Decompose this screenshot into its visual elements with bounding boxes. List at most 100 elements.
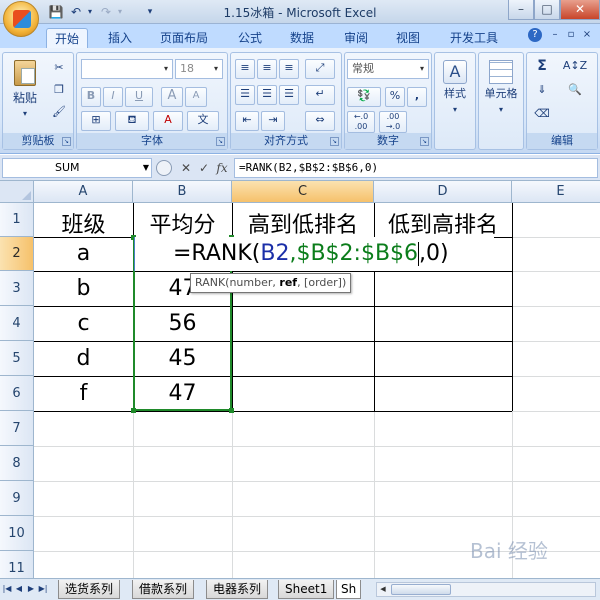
format-painter-icon[interactable]: 🖌: [49, 103, 69, 121]
select-all-button[interactable]: [0, 181, 34, 203]
cell-a5[interactable]: d: [34, 346, 133, 371]
sort-filter-icon[interactable]: A↕Z: [557, 57, 593, 77]
align-center-icon[interactable]: ☰: [257, 85, 277, 105]
first-sheet-icon[interactable]: |◀: [2, 583, 12, 595]
column-header-e[interactable]: E: [512, 181, 600, 203]
scroll-left-icon[interactable]: ◀: [377, 583, 389, 596]
font-name-combo[interactable]: ▾: [81, 59, 173, 79]
decrease-decimal-icon[interactable]: .00 →.0: [379, 111, 407, 133]
cell-d1[interactable]: 低到高排名: [374, 207, 512, 239]
paste-button[interactable]: 粘贴 ▾: [5, 55, 45, 118]
underline-button[interactable]: U: [125, 87, 153, 107]
last-sheet-icon[interactable]: ▶|: [38, 583, 48, 595]
italic-button[interactable]: I: [103, 87, 123, 107]
increase-decimal-icon[interactable]: ←.0.00: [347, 111, 375, 133]
cell-b6[interactable]: 47: [133, 381, 232, 406]
merge-center-icon[interactable]: ⇔: [305, 111, 335, 131]
name-box[interactable]: SUM ▼: [2, 158, 152, 178]
bold-button[interactable]: B: [81, 87, 101, 107]
percent-button[interactable]: %: [385, 87, 405, 107]
row-header-9[interactable]: 9: [0, 481, 34, 516]
office-button[interactable]: [3, 1, 39, 37]
scroll-thumb[interactable]: [391, 584, 451, 595]
row-header-7[interactable]: 7: [0, 411, 34, 446]
close-button[interactable]: ✕: [560, 0, 600, 20]
cancel-formula-button[interactable]: ✕: [178, 160, 194, 176]
insert-function-button[interactable]: fx: [214, 160, 230, 176]
fill-icon[interactable]: ⇓: [529, 81, 555, 101]
help-icon[interactable]: ?: [528, 28, 542, 42]
phonetic-button[interactable]: 文: [187, 111, 219, 131]
column-header-a[interactable]: A: [34, 181, 133, 203]
cell-b5[interactable]: 45: [133, 346, 232, 371]
cells-button[interactable]: 单元格 ▾: [481, 57, 521, 127]
font-launcher-icon[interactable]: ↘: [216, 137, 225, 146]
sheet-tab[interactable]: 选货系列: [58, 580, 121, 599]
prev-sheet-icon[interactable]: ◀: [14, 583, 24, 595]
alignment-launcher-icon[interactable]: ↘: [330, 137, 339, 146]
cell-b4[interactable]: 56: [133, 311, 232, 336]
ribbon-close-icon[interactable]: ×: [580, 28, 594, 42]
cell-a3[interactable]: b: [34, 276, 133, 301]
comma-button[interactable]: ,: [407, 87, 427, 107]
next-sheet-icon[interactable]: ▶: [26, 583, 36, 595]
tab-home[interactable]: 开始: [46, 28, 89, 48]
cell-a2[interactable]: a: [34, 241, 133, 266]
align-top-icon[interactable]: ≡: [235, 59, 255, 79]
clear-icon[interactable]: ⌫: [529, 105, 555, 125]
row-header-2[interactable]: 2: [0, 237, 34, 271]
font-size-combo[interactable]: 18 ▾: [175, 59, 223, 79]
row-header-8[interactable]: 8: [0, 446, 34, 481]
currency-icon[interactable]: 💱: [347, 87, 381, 107]
cell-a4[interactable]: c: [34, 311, 133, 336]
minimize-button[interactable]: –: [508, 0, 534, 20]
cell-edit-formula[interactable]: =RANK(B2,$B$2:$B$6,0): [134, 237, 494, 271]
sheet-tab[interactable]: Sheet1: [278, 580, 335, 599]
cell-b1[interactable]: 平均分: [133, 207, 232, 239]
styles-button[interactable]: A 样式 ▾: [437, 57, 473, 127]
decrease-indent-icon[interactable]: ⇤: [235, 111, 259, 131]
increase-indent-icon[interactable]: ⇥: [261, 111, 285, 131]
cell-c1[interactable]: 高到低排名: [232, 207, 374, 239]
row-header-6[interactable]: 6: [0, 376, 34, 411]
tab-view[interactable]: 视图: [388, 28, 428, 48]
function-tooltip[interactable]: RANK(number, ref, [order]): [190, 273, 352, 293]
find-select-icon[interactable]: 🔍: [557, 81, 593, 101]
orientation-icon[interactable]: ⤢: [305, 59, 335, 79]
formula-input[interactable]: =RANK(B2,$B$2:$B$6,0): [234, 158, 598, 178]
wrap-text-icon[interactable]: ↵: [305, 85, 335, 105]
sheet-tab[interactable]: 借款系列: [132, 580, 195, 599]
tab-developer[interactable]: 开发工具: [442, 28, 506, 48]
tab-data[interactable]: 数据: [282, 28, 322, 48]
enter-formula-button[interactable]: ✓: [196, 160, 212, 176]
cut-icon[interactable]: ✂: [49, 59, 69, 77]
row-header-3[interactable]: 3: [0, 271, 34, 306]
cell-a1[interactable]: 班级: [34, 207, 133, 239]
worksheet-grid[interactable]: A B C D E 1 2 3 4 5 6 7 8 9 10 11 班级 平均分…: [0, 181, 600, 578]
tab-insert[interactable]: 插入: [100, 28, 140, 48]
copy-icon[interactable]: ❐: [49, 81, 69, 99]
ribbon-minimize-icon[interactable]: –: [548, 28, 562, 42]
shrink-font-button[interactable]: A: [185, 87, 207, 107]
borders-icon[interactable]: ⊞: [81, 111, 111, 131]
align-middle-icon[interactable]: ≡: [257, 59, 277, 79]
row-header-5[interactable]: 5: [0, 341, 34, 376]
align-right-icon[interactable]: ☰: [279, 85, 299, 105]
row-header-11[interactable]: 11: [0, 551, 34, 578]
autosum-button[interactable]: Σ: [529, 57, 555, 77]
tab-review[interactable]: 审阅: [336, 28, 376, 48]
column-header-b[interactable]: B: [133, 181, 232, 203]
row-header-10[interactable]: 10: [0, 516, 34, 551]
number-launcher-icon[interactable]: ↘: [420, 137, 429, 146]
fill-color-icon[interactable]: ⛾: [115, 111, 149, 131]
cell-a6[interactable]: f: [34, 381, 133, 406]
column-header-c[interactable]: C: [232, 181, 374, 203]
insert-function-search-icon[interactable]: [156, 160, 172, 176]
column-header-d[interactable]: D: [374, 181, 512, 203]
font-color-icon[interactable]: A: [153, 111, 183, 131]
align-bottom-icon[interactable]: ≡: [279, 59, 299, 79]
row-header-4[interactable]: 4: [0, 306, 34, 341]
row-header-1[interactable]: 1: [0, 203, 34, 237]
sheet-tab-active[interactable]: Sh: [336, 580, 362, 599]
tab-formulas[interactable]: 公式: [230, 28, 270, 48]
